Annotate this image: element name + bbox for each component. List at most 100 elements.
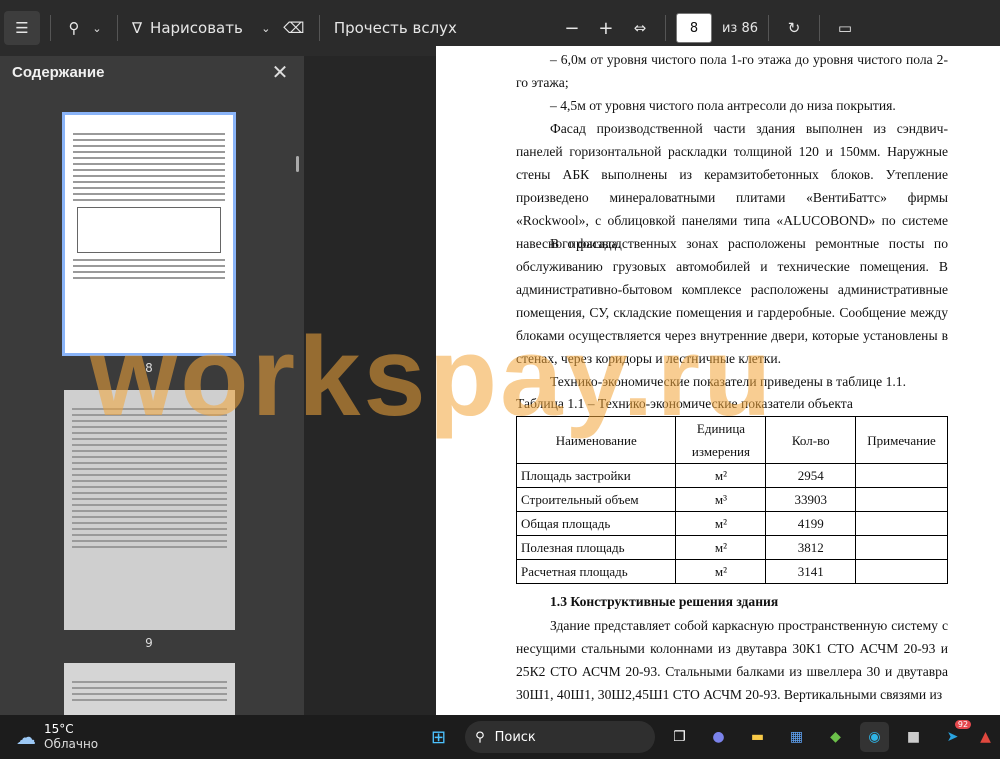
close-panel-button[interactable]: ✕	[268, 60, 292, 84]
table-cell	[855, 463, 948, 488]
edge-button[interactable]: ◉	[860, 722, 890, 752]
table-cell: Расчетная площадь	[515, 559, 677, 584]
table-cell: 33903	[765, 487, 857, 512]
divider	[50, 15, 51, 41]
file-explorer-button[interactable]: ▬	[743, 722, 772, 752]
highlighter-icon: ⚲	[68, 19, 80, 37]
edge-icon: ◉	[868, 729, 881, 745]
contents-toggle-button[interactable]: ☰	[4, 11, 40, 45]
page-view-icon: ▭	[837, 19, 853, 37]
chevron-down-icon: ⌄	[92, 21, 102, 35]
table-cell: м²	[675, 535, 767, 560]
table-row: Расчетная площадь м² 3141	[515, 559, 948, 584]
table-cell: Общая площадь	[515, 511, 677, 536]
zoom-out-button[interactable]: −	[557, 11, 587, 45]
text-line: – 4,5м от уровня чистого пола антресоли …	[550, 98, 896, 113]
divider	[318, 15, 320, 41]
page-view-button[interactable]: ▭	[830, 11, 860, 45]
rotate-button[interactable]: ↻	[779, 11, 809, 45]
table-cell: Полезная площадь	[515, 535, 677, 560]
page-number-value: 8	[689, 20, 699, 36]
telegram-icon: ➤	[946, 729, 959, 745]
app-button[interactable]: ◆	[821, 722, 850, 752]
table-header: Кол-во	[765, 416, 857, 464]
app-button[interactable]: ■	[899, 722, 928, 752]
divider	[768, 15, 769, 41]
highlight-button[interactable]: ⚲	[61, 11, 87, 45]
eraser-button[interactable]: ⌫	[279, 11, 309, 45]
table-cell: 4199	[765, 511, 857, 536]
page-thumbnail-10[interactable]	[64, 663, 235, 723]
windows-icon: ⊞	[431, 726, 447, 748]
taskbar: ☁ 15°C Облачно ⊞ ⚲ Поиск ❐ ● ▬ ▦ ◆ ◉ ■ ➤…	[0, 715, 1000, 759]
table-cell: 2954	[765, 463, 857, 488]
minus-icon: −	[564, 17, 580, 39]
chat-app-button[interactable]: ●	[704, 722, 733, 752]
indicators-table: Наименование Единица измерения Кол-во Пр…	[515, 416, 948, 584]
list-icon: ☰	[15, 19, 29, 37]
table-row: Площадь застройки м² 2954	[515, 463, 948, 488]
read-aloud-label: Прочесть вслух	[333, 19, 457, 37]
table-cell: 3812	[765, 535, 857, 560]
table-row: Полезная площадь м² 3812	[515, 535, 948, 560]
table-cell: Площадь застройки	[515, 463, 677, 488]
search-label: Поиск	[494, 729, 536, 745]
divider	[117, 15, 118, 41]
rotate-icon: ↻	[787, 19, 801, 37]
app-icon: ■	[906, 729, 921, 745]
section-heading: 1.3 Конструктивные решения здания	[550, 594, 779, 609]
app-icon: ▲	[980, 729, 991, 745]
search-box[interactable]: ⚲ Поиск	[465, 721, 655, 753]
temperature: 15°C	[44, 722, 74, 736]
watermark: workspay.ru	[90, 314, 775, 439]
app-button[interactable]: ▲	[971, 722, 1000, 752]
table-cell: м³	[675, 487, 767, 512]
page-thumbnail-label-9: 9	[145, 636, 153, 650]
pen-icon: ∇	[132, 19, 143, 37]
fit-width-button[interactable]: ⇔	[625, 11, 655, 45]
store-button[interactable]: ▦	[782, 722, 811, 752]
page-total: из 86	[721, 20, 758, 36]
start-button[interactable]: ⊞	[424, 722, 453, 752]
task-view-icon: ❐	[673, 729, 686, 745]
divider	[819, 15, 820, 41]
store-icon: ▦	[789, 729, 804, 745]
table-cell: м²	[675, 511, 767, 536]
cloud-icon: ☁	[16, 725, 36, 749]
text-line: – 6,0м от уровня чистого пола 1-го этажа…	[516, 52, 948, 90]
page-number-input[interactable]: 8	[675, 13, 712, 43]
table-cell: Строительный объем	[515, 487, 677, 512]
eraser-icon: ⌫	[283, 19, 305, 37]
draw-label: Нарисовать	[150, 19, 243, 37]
draw-button[interactable]: ∇ Нарисовать	[128, 11, 247, 45]
table-row: Строительный объем м³ 33903	[515, 487, 948, 512]
table-cell: 3141	[765, 559, 857, 584]
table-cell	[855, 487, 948, 512]
paragraph-structure: Здание представляет собой каркасную прос…	[516, 618, 948, 702]
chevron-down-icon: ⌄	[261, 21, 271, 35]
table-row: Общая площадь м² 4199	[515, 511, 948, 536]
plus-icon: +	[598, 17, 614, 39]
notification-badge: 92	[954, 720, 972, 729]
telegram-button[interactable]: ➤ 92	[938, 720, 972, 752]
folder-icon: ▬	[750, 729, 765, 745]
task-view-button[interactable]: ❐	[665, 722, 694, 752]
contents-title: Содержание	[12, 64, 105, 81]
draw-dropdown-button[interactable]: ⌄	[253, 11, 279, 45]
table-cell	[855, 559, 948, 584]
app-icon: ◆	[830, 729, 841, 745]
table-cell	[855, 535, 948, 560]
table-header: Примечание	[855, 416, 948, 464]
chat-icon: ●	[712, 729, 725, 745]
weather-widget[interactable]: ☁ 15°C Облачно	[16, 722, 132, 752]
search-icon: ⚲	[475, 729, 485, 745]
read-aloud-button[interactable]: Прочесть вслух	[330, 11, 461, 45]
table-cell: м²	[675, 559, 767, 584]
close-icon: ✕	[271, 60, 289, 84]
zoom-in-button[interactable]: +	[591, 11, 621, 45]
table-cell	[855, 511, 948, 536]
scrollbar-thumb[interactable]	[296, 156, 299, 172]
fit-width-icon: ⇔	[633, 19, 647, 37]
highlight-dropdown-button[interactable]: ⌄	[87, 11, 107, 45]
divider	[664, 15, 666, 41]
